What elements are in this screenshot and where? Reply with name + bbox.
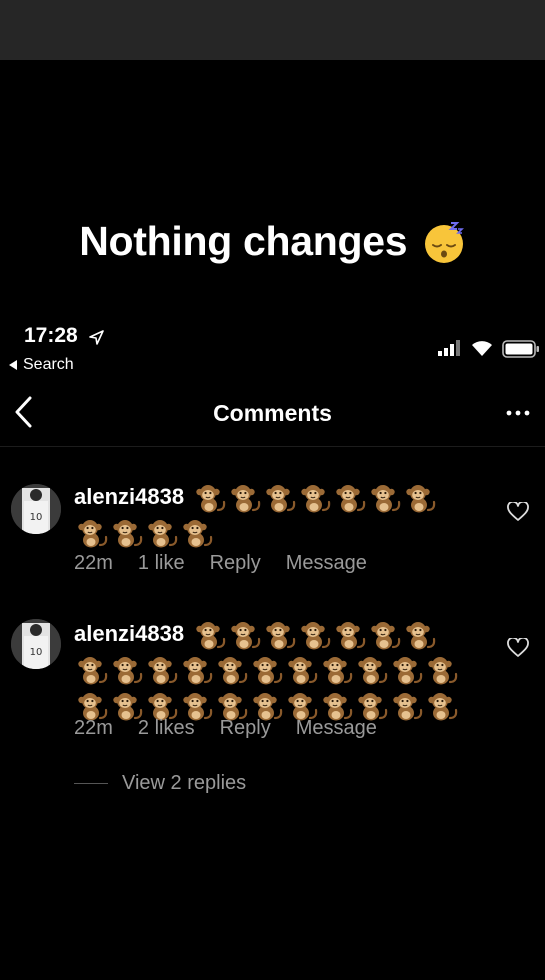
message-button[interactable]: Message (296, 717, 377, 740)
avatar-photo: 10 (11, 484, 61, 534)
monkey-emoji-icon (196, 485, 226, 513)
monkey-emoji-icon (183, 520, 213, 548)
like-heart-icon[interactable] (507, 638, 529, 658)
wifi-icon (472, 341, 492, 356)
monkey-emoji-icon (323, 657, 353, 685)
comment-text: alenzi4838 (74, 479, 437, 549)
comment-meta: 22m 2 likes Reply Message (74, 717, 377, 740)
monkey-emoji-icon (406, 622, 436, 650)
reply-button[interactable]: Reply (210, 552, 261, 575)
page-title: Comments (213, 400, 332, 426)
location-arrow-icon (89, 330, 104, 345)
status-time: 17:28 (24, 324, 78, 347)
monkey-emoji-icon (218, 657, 248, 685)
replies-line (74, 783, 108, 784)
like-heart-icon[interactable] (507, 502, 529, 522)
comment-meta: 22m 1 like Reply Message (74, 552, 367, 575)
back-triangle-icon (9, 360, 17, 370)
back-to-search[interactable]: Search (9, 356, 74, 374)
comment-first-line: alenzi4838 (74, 479, 437, 514)
monkey-emoji-icon (393, 657, 423, 685)
caption-text: Nothing changes (79, 218, 408, 264)
svg-text:10: 10 (30, 512, 43, 523)
battery-icon (502, 340, 539, 358)
header-divider (0, 446, 545, 447)
monkey-emoji-icon (358, 657, 388, 685)
monkey-emoji-icon (371, 485, 401, 513)
monkey-emoji-icon (113, 657, 143, 685)
more-options-icon[interactable] (505, 403, 531, 423)
back-to-search-label: Search (23, 356, 74, 373)
monkey-emoji-icon (336, 485, 366, 513)
cellular-signal-icon (438, 340, 460, 356)
comment-line (74, 651, 459, 686)
view-replies-button[interactable]: View 2 replies (74, 772, 246, 795)
monkey-emoji-icon (393, 692, 423, 721)
monkey-emoji-icon (288, 657, 318, 685)
monkey-emoji-icon (266, 622, 296, 650)
reply-button[interactable]: Reply (220, 717, 271, 740)
monkey-emoji-icon (231, 622, 261, 650)
sleeping-face-emoji (424, 221, 464, 263)
comment-username[interactable]: alenzi4838 (74, 621, 184, 646)
comment-likes[interactable]: 2 likes (138, 717, 195, 740)
svg-text:10: 10 (30, 647, 43, 658)
monkey-emoji-icon (253, 657, 283, 685)
monkey-emoji-icon (301, 622, 331, 650)
monkey-emoji-icon (266, 485, 296, 513)
monkey-emoji-icon (336, 622, 366, 650)
monkey-emoji-icon (183, 657, 213, 685)
comment-time: 22m (74, 552, 113, 574)
avatar-photo: 10 (11, 619, 61, 669)
monkey-emoji-icon (371, 622, 401, 650)
comment-username[interactable]: alenzi4838 (74, 484, 184, 509)
monkey-emoji-icon (113, 520, 143, 548)
monkey-emoji-icon (428, 657, 458, 685)
monkey-emoji-icon (148, 520, 178, 548)
view-replies-label: View 2 replies (122, 772, 247, 794)
monkey-emoji-icon (428, 692, 458, 721)
monkey-emoji-icon (196, 622, 226, 650)
comment-first-line: alenzi4838 (74, 616, 459, 651)
monkey-emoji-icon (148, 657, 178, 685)
comment-line (74, 514, 437, 549)
monkey-emoji-icon (301, 485, 331, 513)
message-button[interactable]: Message (286, 552, 367, 575)
monkey-emoji-icon (78, 657, 108, 685)
comment-text: alenzi4838 (74, 616, 459, 722)
monkey-emoji-icon (231, 485, 261, 513)
story-caption: Nothing changes (0, 218, 545, 265)
comment-time: 22m (74, 717, 113, 739)
monkey-emoji-icon (406, 485, 436, 513)
top-bar (0, 0, 545, 60)
avatar[interactable]: 10 (11, 619, 61, 669)
comment-likes[interactable]: 1 like (138, 552, 185, 575)
avatar[interactable]: 10 (11, 484, 61, 534)
monkey-emoji-icon (78, 520, 108, 548)
